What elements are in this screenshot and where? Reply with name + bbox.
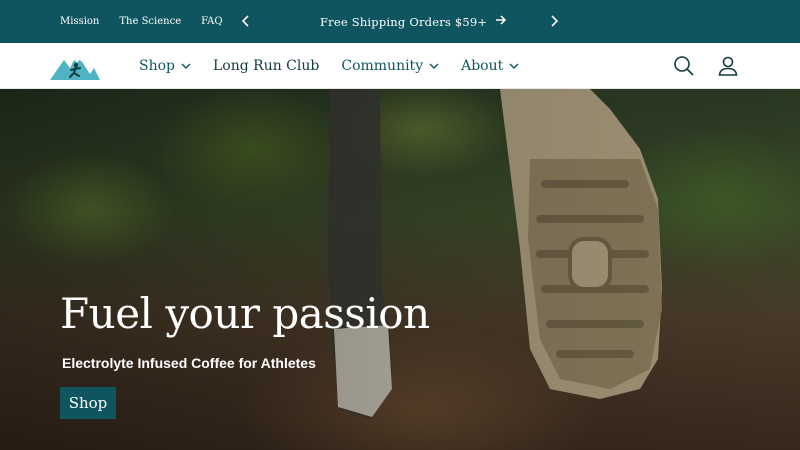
chevron-down-icon [509,63,519,69]
announcement-text: Free Shipping Orders $59+ [320,14,488,29]
main-nav: Shop Long Run Club Community About [139,43,541,89]
link-the-science[interactable]: The Science [119,16,181,27]
nav-shop-label: Shop [139,58,175,74]
arrow-right-icon [495,14,507,29]
nav-about[interactable]: About [461,58,519,74]
link-faq[interactable]: FAQ [201,16,223,27]
chevron-down-icon [181,63,191,69]
link-mission[interactable]: Mission [60,16,99,27]
chevron-down-icon [429,63,439,69]
mountain-runner-logo[interactable] [50,50,100,82]
hero-subtitle: Electrolyte Infused Coffee for Athletes [62,355,316,371]
nav-about-label: About [461,58,504,74]
nav-long-run-club[interactable]: Long Run Club [213,58,319,74]
nav-long-run-club-label: Long Run Club [213,58,320,74]
hero-banner: Fuel your passion Electrolyte Infused Co… [0,89,800,450]
chevron-right-icon[interactable] [545,12,563,30]
announcement-bar: Mission The Science FAQ Free Shipping Or… [0,0,800,43]
account-icon[interactable] [716,54,740,78]
nav-community-label: Community [341,58,424,74]
site-header: Shop Long Run Club Community About [0,43,800,89]
hero-overlay [0,89,800,450]
chevron-left-icon[interactable] [237,12,255,30]
shop-button[interactable]: Shop [60,387,116,419]
nav-shop[interactable]: Shop [139,58,191,74]
announcement-message[interactable]: Free Shipping Orders $59+ [320,0,507,43]
search-icon[interactable] [672,54,696,78]
utility-links: Mission The Science FAQ [60,0,223,43]
nav-community[interactable]: Community [341,58,439,74]
hero-title: Fuel your passion [60,289,430,338]
